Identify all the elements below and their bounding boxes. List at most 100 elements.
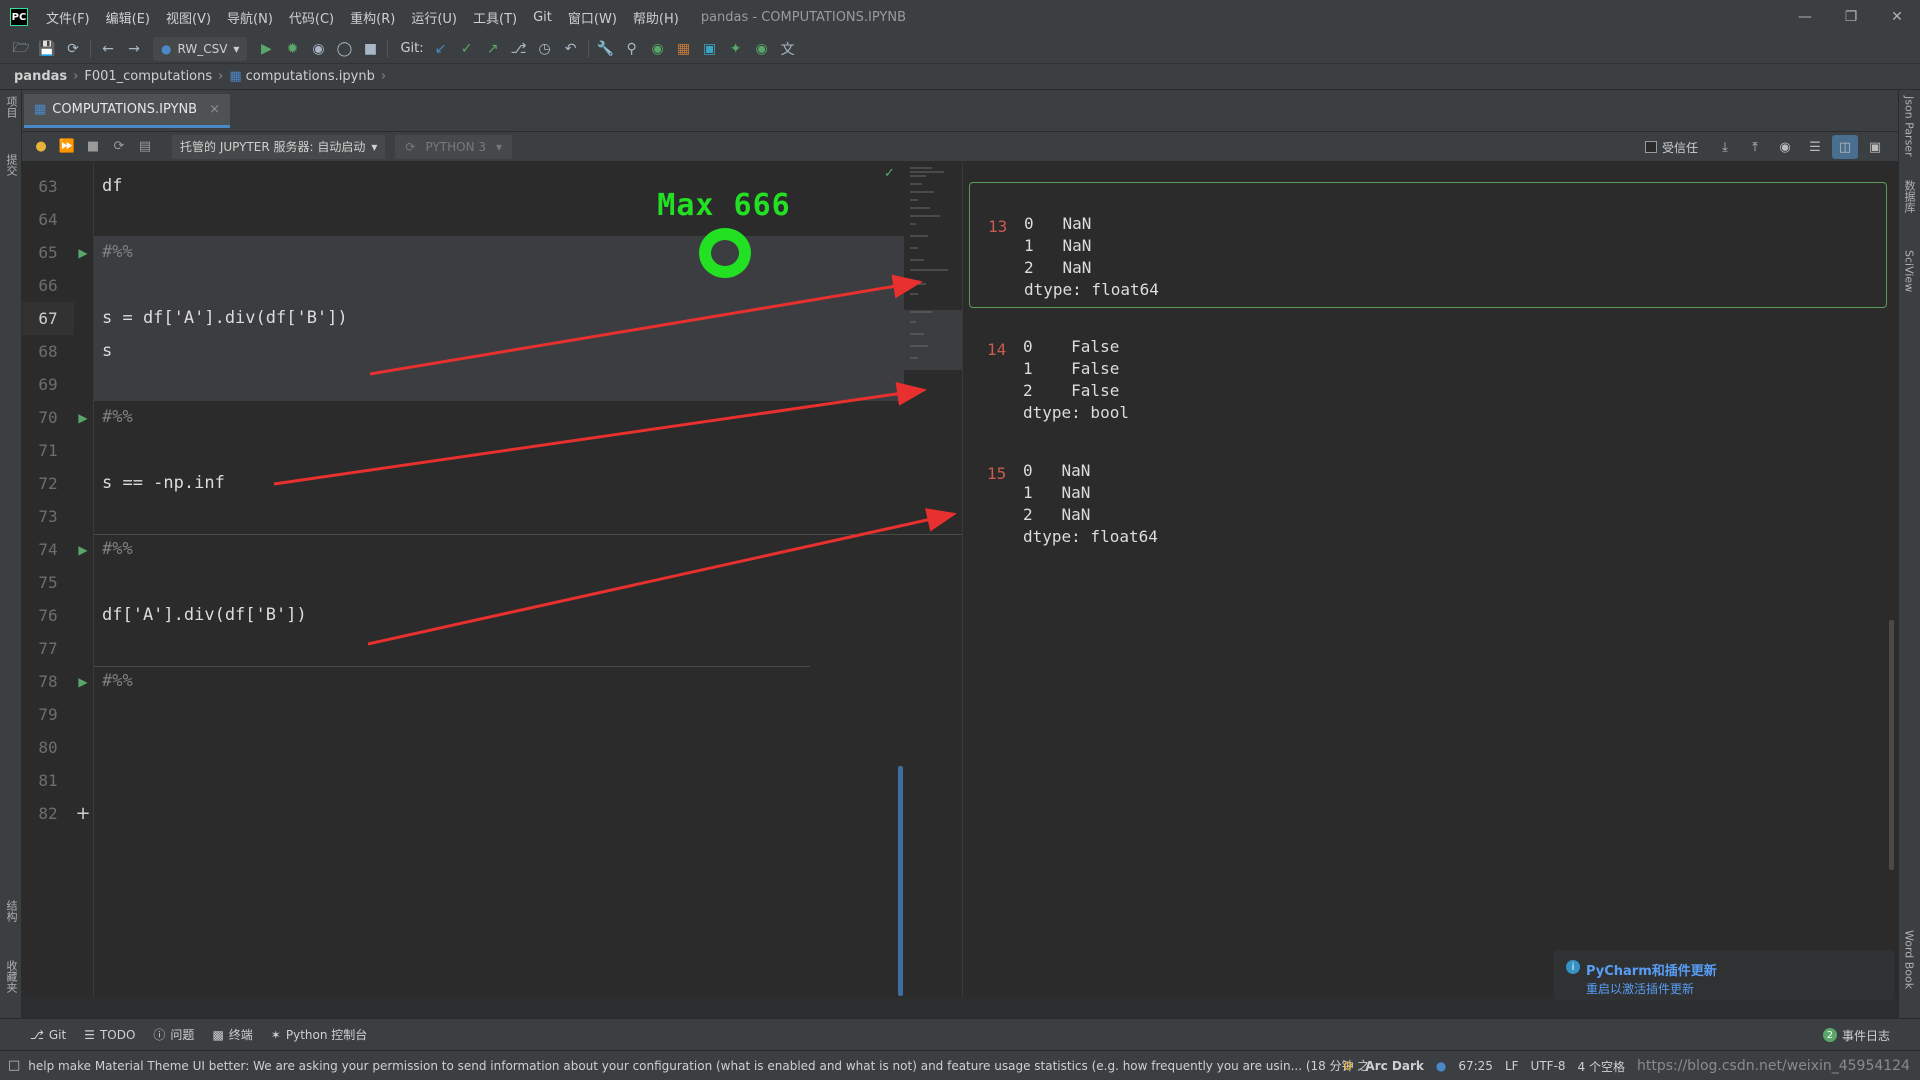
close-window-icon[interactable]: ✕ bbox=[1874, 0, 1920, 34]
back-icon[interactable]: ← bbox=[95, 36, 121, 62]
line-separator[interactable]: LF bbox=[1505, 1059, 1519, 1073]
download-icon[interactable]: ⤓ bbox=[1712, 135, 1738, 159]
status-message[interactable]: help make Material Theme UI better: We a… bbox=[28, 1057, 1368, 1074]
run-icon[interactable]: ▶ bbox=[253, 36, 279, 62]
variables-icon[interactable]: ▤ bbox=[132, 135, 158, 159]
translate-icon[interactable]: 文 bbox=[775, 36, 801, 62]
code-minimap[interactable] bbox=[904, 162, 962, 402]
layout-icon[interactable]: ▦ bbox=[671, 36, 697, 62]
menu-view[interactable]: 视图(V) bbox=[158, 0, 219, 34]
settings-wrench-icon[interactable]: 🔧 bbox=[593, 36, 619, 62]
run-config-select[interactable]: ● RW_CSV ▾ bbox=[153, 36, 248, 61]
commit-tab-label: 提交 bbox=[5, 154, 18, 176]
tool-tab-structure[interactable]: 结构 bbox=[2, 900, 20, 922]
restart-kernel-icon[interactable]: ⟳ bbox=[106, 135, 132, 159]
menu-navigate[interactable]: 导航(N) bbox=[219, 0, 281, 34]
tool-tab-word-book[interactable]: Word Book bbox=[1900, 930, 1918, 989]
tool-button-python-console[interactable]: ✶ Python 控制台 bbox=[271, 1026, 367, 1043]
tool-tab-sciview[interactable]: SciView bbox=[1900, 250, 1918, 292]
breadcrumb-project[interactable]: pandas bbox=[14, 69, 67, 84]
tool-tab-database[interactable]: 数据库 bbox=[1900, 180, 1918, 213]
coverage-icon[interactable]: ◉ bbox=[305, 36, 331, 62]
debug-icon[interactable]: ✹ bbox=[279, 36, 305, 62]
code-editor[interactable]: df #%% s = df['A'].div(df['B']) s #%% s … bbox=[94, 162, 962, 998]
run-cell-icon[interactable]: ▶ bbox=[76, 401, 90, 434]
search-icon[interactable]: ⚲ bbox=[619, 36, 645, 62]
tool-tab-favorites[interactable]: 收藏夹 bbox=[2, 960, 20, 993]
output-block[interactable]: 14 0 False 1 False 2 False dtype: bool bbox=[969, 312, 1887, 422]
breadcrumb-file[interactable]: computations.ipynb bbox=[246, 69, 375, 84]
status-square-icon[interactable]: □ bbox=[8, 1058, 20, 1073]
git-branch-icon[interactable]: ⎇ bbox=[506, 36, 532, 62]
save-icon[interactable]: 💾 bbox=[34, 36, 60, 62]
run-cell-icon[interactable]: ▶ bbox=[76, 665, 90, 698]
split-view-icon[interactable]: ◫ bbox=[1832, 135, 1858, 159]
menu-file[interactable]: 文件(F) bbox=[38, 0, 98, 34]
code-line: df bbox=[102, 176, 123, 196]
indent-setting[interactable]: 4 个空格 bbox=[1578, 1058, 1625, 1075]
line-number: 70 bbox=[38, 408, 58, 427]
profile-icon[interactable]: ◯ bbox=[331, 36, 357, 62]
rollback-icon[interactable]: ↶ bbox=[558, 36, 584, 62]
menu-help[interactable]: 帮助(H) bbox=[625, 0, 687, 34]
menu-git[interactable]: Git bbox=[525, 0, 560, 34]
output-panel: 13 0 NaN 1 NaN 2 NaN dtype: float64 14 0… bbox=[962, 162, 1898, 998]
upload-icon[interactable]: ⤒ bbox=[1742, 135, 1768, 159]
inspect-icon[interactable]: ◉ bbox=[749, 36, 775, 62]
database-icon[interactable]: ▣ bbox=[697, 36, 723, 62]
restore-icon[interactable]: ❐ bbox=[1828, 0, 1874, 34]
git-commit-icon[interactable]: ✓ bbox=[454, 36, 480, 62]
forward-icon[interactable]: → bbox=[121, 36, 147, 62]
preview-eye-icon[interactable]: ◉ bbox=[1772, 135, 1798, 159]
lightbulb-icon[interactable]: ● bbox=[28, 135, 54, 159]
menu-code[interactable]: 代码(C) bbox=[281, 0, 342, 34]
output-block-selected[interactable]: 13 0 NaN 1 NaN 2 NaN dtype: float64 bbox=[969, 182, 1887, 308]
tool-button-event-log[interactable]: 2 事件日志 bbox=[1822, 1019, 1890, 1051]
run-cell-icon[interactable]: ▶ bbox=[76, 533, 90, 566]
line-number: 74 bbox=[38, 540, 58, 559]
editor-scrollbar[interactable] bbox=[898, 766, 903, 996]
tab-computations-ipynb[interactable]: ▦ COMPUTATIONS.IPYNB × bbox=[24, 94, 230, 128]
tool-button-todo[interactable]: ☰ TODO bbox=[84, 1028, 135, 1042]
preview-only-icon[interactable]: ▣ bbox=[1862, 135, 1888, 159]
tool-tab-commit[interactable]: 提交 bbox=[2, 154, 20, 176]
run-all-icon[interactable]: ⏩ bbox=[54, 135, 80, 159]
run-cell-icon[interactable]: ▶ bbox=[76, 236, 90, 269]
output-scrollbar[interactable] bbox=[1889, 620, 1894, 870]
tool-button-git[interactable]: ⎇ Git bbox=[30, 1028, 66, 1042]
trusted-checkbox[interactable]: 受信任 bbox=[1644, 139, 1698, 156]
sync-icon[interactable]: ⟳ bbox=[60, 36, 86, 62]
minimize-icon[interactable]: — bbox=[1782, 0, 1828, 34]
menu-window[interactable]: 窗口(W) bbox=[560, 0, 625, 34]
git-label: Git: bbox=[400, 41, 424, 56]
menu-refactor[interactable]: 重构(R) bbox=[342, 0, 403, 34]
interrupt-kernel-icon[interactable]: ■ bbox=[80, 135, 106, 159]
tool-button-problems[interactable]: ⓘ 问题 bbox=[153, 1026, 194, 1043]
tool-tab-json-parser[interactable]: Json Parser bbox=[1900, 96, 1918, 157]
output-block[interactable]: 15 0 NaN 1 NaN 2 NaN dtype: float64 bbox=[969, 436, 1887, 546]
jupyter-server-select[interactable]: 托管的 JUPYTER 服务器: 自动启动 ▾ bbox=[172, 134, 386, 159]
add-cell-icon[interactable]: + bbox=[75, 797, 90, 830]
open-folder-icon[interactable]: 🗁 bbox=[8, 36, 34, 62]
kernel-select[interactable]: ⟳ PYTHON 3 ▾ bbox=[395, 134, 513, 159]
caret-position[interactable]: 67:25 bbox=[1458, 1059, 1493, 1073]
menu-run[interactable]: 运行(U) bbox=[403, 0, 465, 34]
list-icon: ☰ bbox=[84, 1027, 95, 1042]
tool-button-terminal[interactable]: ▩ 终端 bbox=[212, 1026, 252, 1043]
plugin-icon[interactable]: ✦ bbox=[723, 36, 749, 62]
file-encoding[interactable]: UTF-8 bbox=[1531, 1059, 1566, 1073]
history-icon[interactable]: ◷ bbox=[532, 36, 558, 62]
material-theme-icon[interactable]: ⚙ bbox=[1343, 1059, 1354, 1073]
menu-edit[interactable]: 编辑(E) bbox=[98, 0, 158, 34]
git-push-icon[interactable]: ↗ bbox=[480, 36, 506, 62]
editor-only-icon[interactable]: ☰ bbox=[1802, 135, 1828, 159]
theme-name[interactable]: Arc Dark bbox=[1365, 1059, 1423, 1073]
git-update-icon[interactable]: ↙ bbox=[428, 36, 454, 62]
breadcrumb-folder[interactable]: F001_computations bbox=[84, 69, 212, 84]
sciview-icon[interactable]: ◉ bbox=[645, 36, 671, 62]
stop-icon[interactable]: ■ bbox=[357, 36, 383, 62]
menu-tools[interactable]: 工具(T) bbox=[465, 0, 525, 34]
tool-tab-project[interactable]: 项目 bbox=[2, 96, 20, 118]
close-tab-icon[interactable]: × bbox=[209, 102, 220, 117]
restart-plugins-link[interactable]: 重启以激活插件更新 bbox=[1586, 980, 1694, 997]
